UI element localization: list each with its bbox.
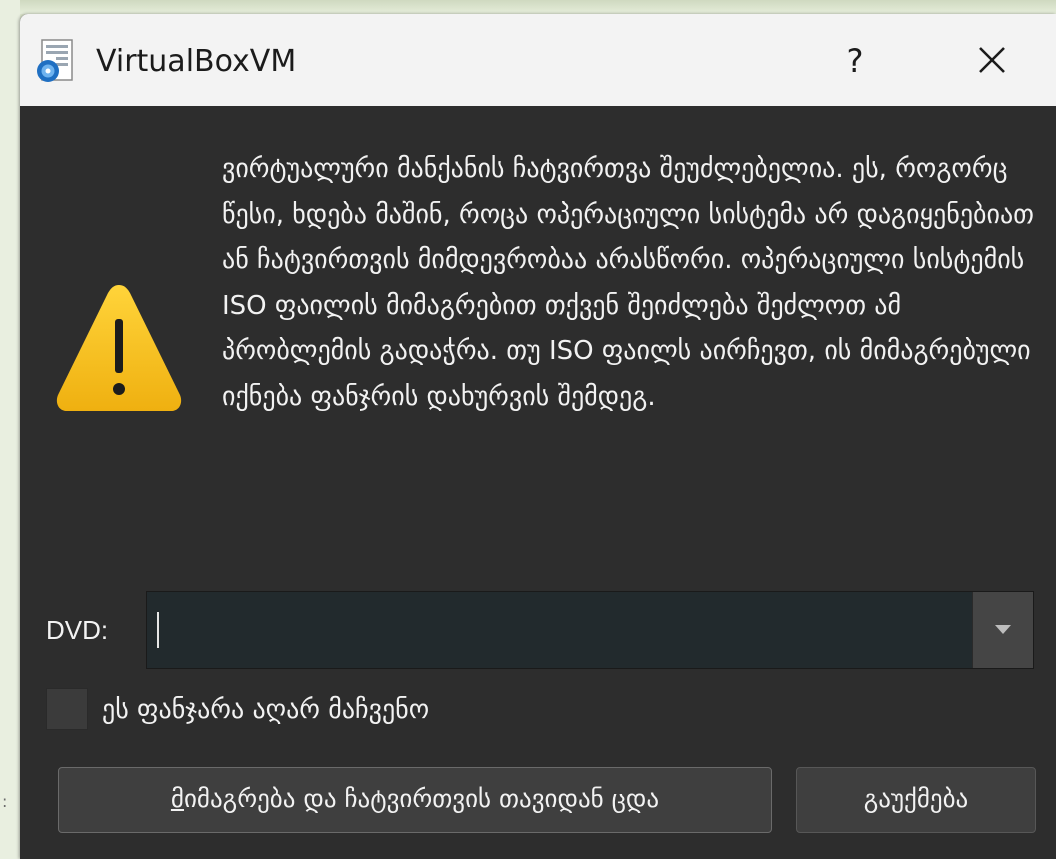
text-cursor — [157, 612, 159, 648]
help-button[interactable]: ? — [828, 36, 882, 86]
virtualbox-vm-icon — [37, 39, 73, 82]
error-message: ვირტუალური მანქანის ჩატვირთვა შეუძლებელი… — [222, 154, 1034, 412]
mount-button-mnemonic: მ — [170, 784, 184, 813]
mount-button-label: იმაგრება და ჩატვირთვის თავიდან ცდა — [183, 784, 660, 813]
desktop-background-fragment: : — [2, 792, 8, 811]
desktop-background-left — [0, 0, 20, 859]
window-title: VirtualBoxVM — [96, 44, 297, 79]
close-icon[interactable] — [964, 36, 1020, 86]
dvd-combobox[interactable] — [146, 591, 1034, 669]
desktop-background-top — [0, 0, 1056, 14]
dont-show-again-checkbox[interactable] — [46, 688, 88, 730]
dvd-label: DVD: — [46, 615, 109, 645]
chevron-down-icon — [995, 625, 1011, 634]
dvd-input[interactable] — [147, 592, 973, 668]
dvd-dropdown-button[interactable] — [972, 592, 1033, 668]
virtualbox-dialog: VirtualBoxVM ? ვირტუალური მანქანის ჩატვი… — [20, 14, 1056, 859]
warning-icon — [56, 285, 182, 411]
cancel-button[interactable]: გაუქმება — [796, 767, 1036, 833]
title-bar: VirtualBoxVM ? — [20, 14, 1056, 106]
mount-and-retry-boot-button[interactable]: მიმაგრება და ჩატვირთვის თავიდან ცდა — [58, 767, 772, 833]
dont-show-again-label[interactable]: ეს ფანჯარა აღარ მაჩვენო — [102, 690, 429, 730]
